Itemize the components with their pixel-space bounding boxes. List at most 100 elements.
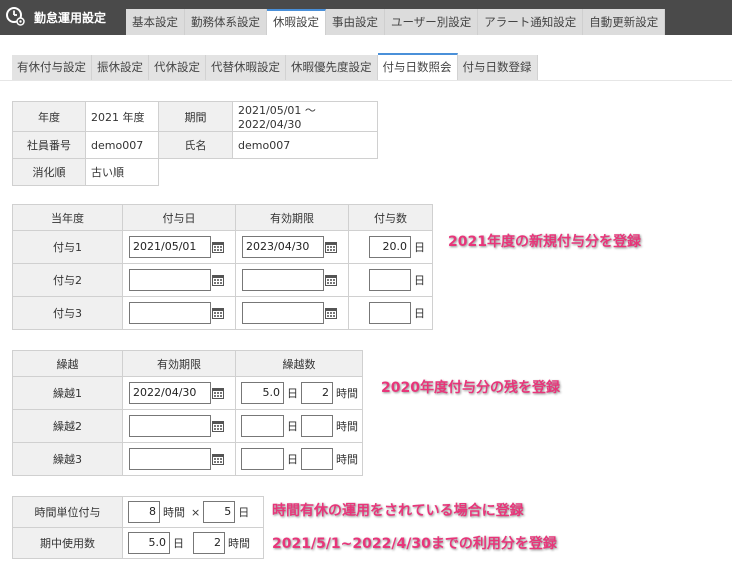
subtab-grant-days-inquiry[interactable]: 付与日数照会	[377, 53, 458, 80]
period-label: 期間	[158, 101, 233, 132]
year-value: 2021 年度	[85, 101, 159, 132]
subtab-compensatory-leave[interactable]: 代休設定	[149, 55, 206, 80]
tab-basic-settings[interactable]: 基本設定	[126, 9, 185, 35]
hourly-days-input[interactable]: 5	[203, 501, 236, 523]
tab-reason-settings[interactable]: 事由設定	[326, 9, 385, 35]
carry-row-label: 繰越3	[12, 442, 123, 476]
info-table: 年度 2021 年度 期間 2021/05/01 ～ 2022/04/30 社員…	[12, 101, 378, 186]
unit-day: 日	[414, 307, 425, 320]
grant-header-year: 当年度	[12, 204, 123, 231]
used-hours-input[interactable]: 2	[193, 532, 225, 554]
unit-hour: 時間	[336, 420, 358, 433]
carry-days-input[interactable]: 5.0	[241, 382, 284, 404]
carryover-table: 繰越 有効期限 繰越数 繰越1 2022/04/30 5.0 日 2 時間 繰越2 日…	[12, 350, 363, 476]
calendar-icon[interactable]	[212, 420, 224, 432]
table-row: 付与2 日	[12, 263, 433, 297]
unit-day: 日	[414, 241, 425, 254]
carry-days-input[interactable]	[241, 415, 284, 437]
carry-hours-input[interactable]	[301, 415, 333, 437]
grant-amount-input[interactable]	[369, 302, 411, 324]
unit-day: 日	[287, 453, 298, 466]
carry-row-label: 繰越2	[12, 409, 123, 443]
unit-day: 日	[238, 506, 250, 519]
table-row: 付与1 2021/05/01 2023/04/30 20.0 日	[12, 230, 433, 264]
calendar-icon[interactable]	[212, 274, 224, 286]
grant-header-date: 付与日	[122, 204, 236, 231]
unit-day: 日	[173, 537, 184, 550]
calendar-icon[interactable]	[325, 241, 337, 253]
carry-days-input[interactable]	[241, 448, 284, 470]
unit-day: 日	[414, 274, 425, 287]
annotation-new-grant: 2021年度の新規付与分を登録	[448, 234, 641, 250]
subtab-substitute-holiday[interactable]: 振休設定	[92, 55, 149, 80]
grant-table: 当年度 付与日 有効期限 付与数 付与1 2021/05/01 2023/04/…	[12, 204, 433, 330]
carry-hours-input[interactable]	[301, 448, 333, 470]
subtab-paid-leave-grant[interactable]: 有休付与設定	[12, 55, 92, 80]
sub-tab-bar: 有休付与設定 振休設定 代休設定 代替休暇設定 休暇優先度設定 付与日数照会 付…	[12, 53, 538, 80]
subtab-leave-priority[interactable]: 休暇優先度設定	[286, 55, 378, 80]
calendar-icon[interactable]	[325, 307, 337, 319]
unit-hour: 時間	[336, 453, 358, 466]
grant-expiry-input[interactable]: 2023/04/30	[242, 236, 324, 258]
carry-expiry-input[interactable]	[129, 448, 211, 470]
unit-day: 日	[287, 420, 298, 433]
carry-header-expiry: 有効期限	[122, 350, 236, 377]
grant-row-label: 付与3	[12, 296, 123, 330]
hourly-unit-label: 時間単位付与	[12, 496, 123, 528]
calendar-icon[interactable]	[325, 274, 337, 286]
carry-expiry-input[interactable]	[129, 415, 211, 437]
grant-expiry-input[interactable]	[242, 302, 324, 324]
grant-row-label: 付与2	[12, 263, 123, 297]
table-row: 付与3 日	[12, 296, 433, 330]
tab-auto-update-settings[interactable]: 自動更新設定	[583, 9, 666, 35]
table-row: 繰越2 日 時間	[12, 409, 363, 443]
unit-hour: 時間	[228, 537, 250, 550]
tab-work-system-settings[interactable]: 勤務体系設定	[185, 9, 267, 35]
grant-expiry-input[interactable]	[242, 269, 324, 291]
used-days-input[interactable]: 5.0	[128, 532, 170, 554]
carry-header-amount: 繰越数	[235, 350, 363, 377]
annotation-carryover: 2020年度付与分の残を登録	[381, 380, 560, 396]
grant-amount-input[interactable]: 20.0	[369, 236, 411, 258]
empty-cell	[158, 158, 378, 186]
annotation-hourly: 時間有休の運用をされている場合に登録	[272, 503, 524, 519]
subtab-grant-days-register[interactable]: 付与日数登録	[457, 55, 538, 80]
grant-header-amount: 付与数	[348, 204, 433, 231]
times-symbol: ×	[191, 505, 201, 519]
employee-number-label: 社員番号	[12, 131, 86, 159]
consumption-order-label: 消化順	[12, 158, 86, 186]
grant-date-input[interactable]: 2021/05/01	[129, 236, 211, 258]
grant-date-input[interactable]	[129, 302, 211, 324]
carry-row-label: 繰越1	[12, 376, 123, 410]
divider	[0, 80, 732, 81]
calendar-icon[interactable]	[212, 307, 224, 319]
calendar-icon[interactable]	[212, 453, 224, 465]
carry-header-label: 繰越	[12, 350, 123, 377]
unit-hour: 時間	[163, 506, 185, 519]
calendar-icon[interactable]	[212, 241, 224, 253]
period-value: 2021/05/01 ～ 2022/04/30	[232, 101, 378, 132]
name-label: 氏名	[158, 131, 233, 159]
grant-amount-input[interactable]	[369, 269, 411, 291]
tab-user-settings[interactable]: ユーザー別設定	[385, 9, 479, 35]
carry-expiry-input[interactable]: 2022/04/30	[129, 382, 211, 404]
subtab-alternative-leave[interactable]: 代替休暇設定	[206, 55, 286, 80]
name-value: demo007	[232, 131, 378, 159]
employee-number-value: demo007	[85, 131, 159, 159]
period-used-label: 期中使用数	[12, 527, 123, 559]
grant-date-input[interactable]	[129, 269, 211, 291]
year-label: 年度	[12, 101, 86, 132]
tab-alert-settings[interactable]: アラート通知設定	[478, 9, 584, 35]
hourly-hours-input[interactable]: 8	[128, 501, 160, 523]
table-row: 繰越1 2022/04/30 5.0 日 2 時間	[12, 376, 363, 410]
table-row: 繰越3 日 時間	[12, 442, 363, 476]
consumption-order-value: 古い順	[85, 158, 159, 186]
unit-hour: 時間	[336, 387, 358, 400]
top-bar: 勤怠運用設定 基本設定 勤務体系設定 休暇設定 事由設定 ユーザー別設定 アラー…	[0, 0, 732, 35]
tab-leave-settings[interactable]: 休暇設定	[267, 9, 326, 35]
carry-hours-input[interactable]: 2	[301, 382, 333, 404]
top-tab-bar: 基本設定 勤務体系設定 休暇設定 事由設定 ユーザー別設定 アラート通知設定 自…	[126, 9, 666, 35]
annotation-used: 2021/5/1~2022/4/30までの利用分を登録	[272, 536, 557, 552]
app-title: 勤怠運用設定	[34, 11, 107, 25]
calendar-icon[interactable]	[212, 387, 224, 399]
